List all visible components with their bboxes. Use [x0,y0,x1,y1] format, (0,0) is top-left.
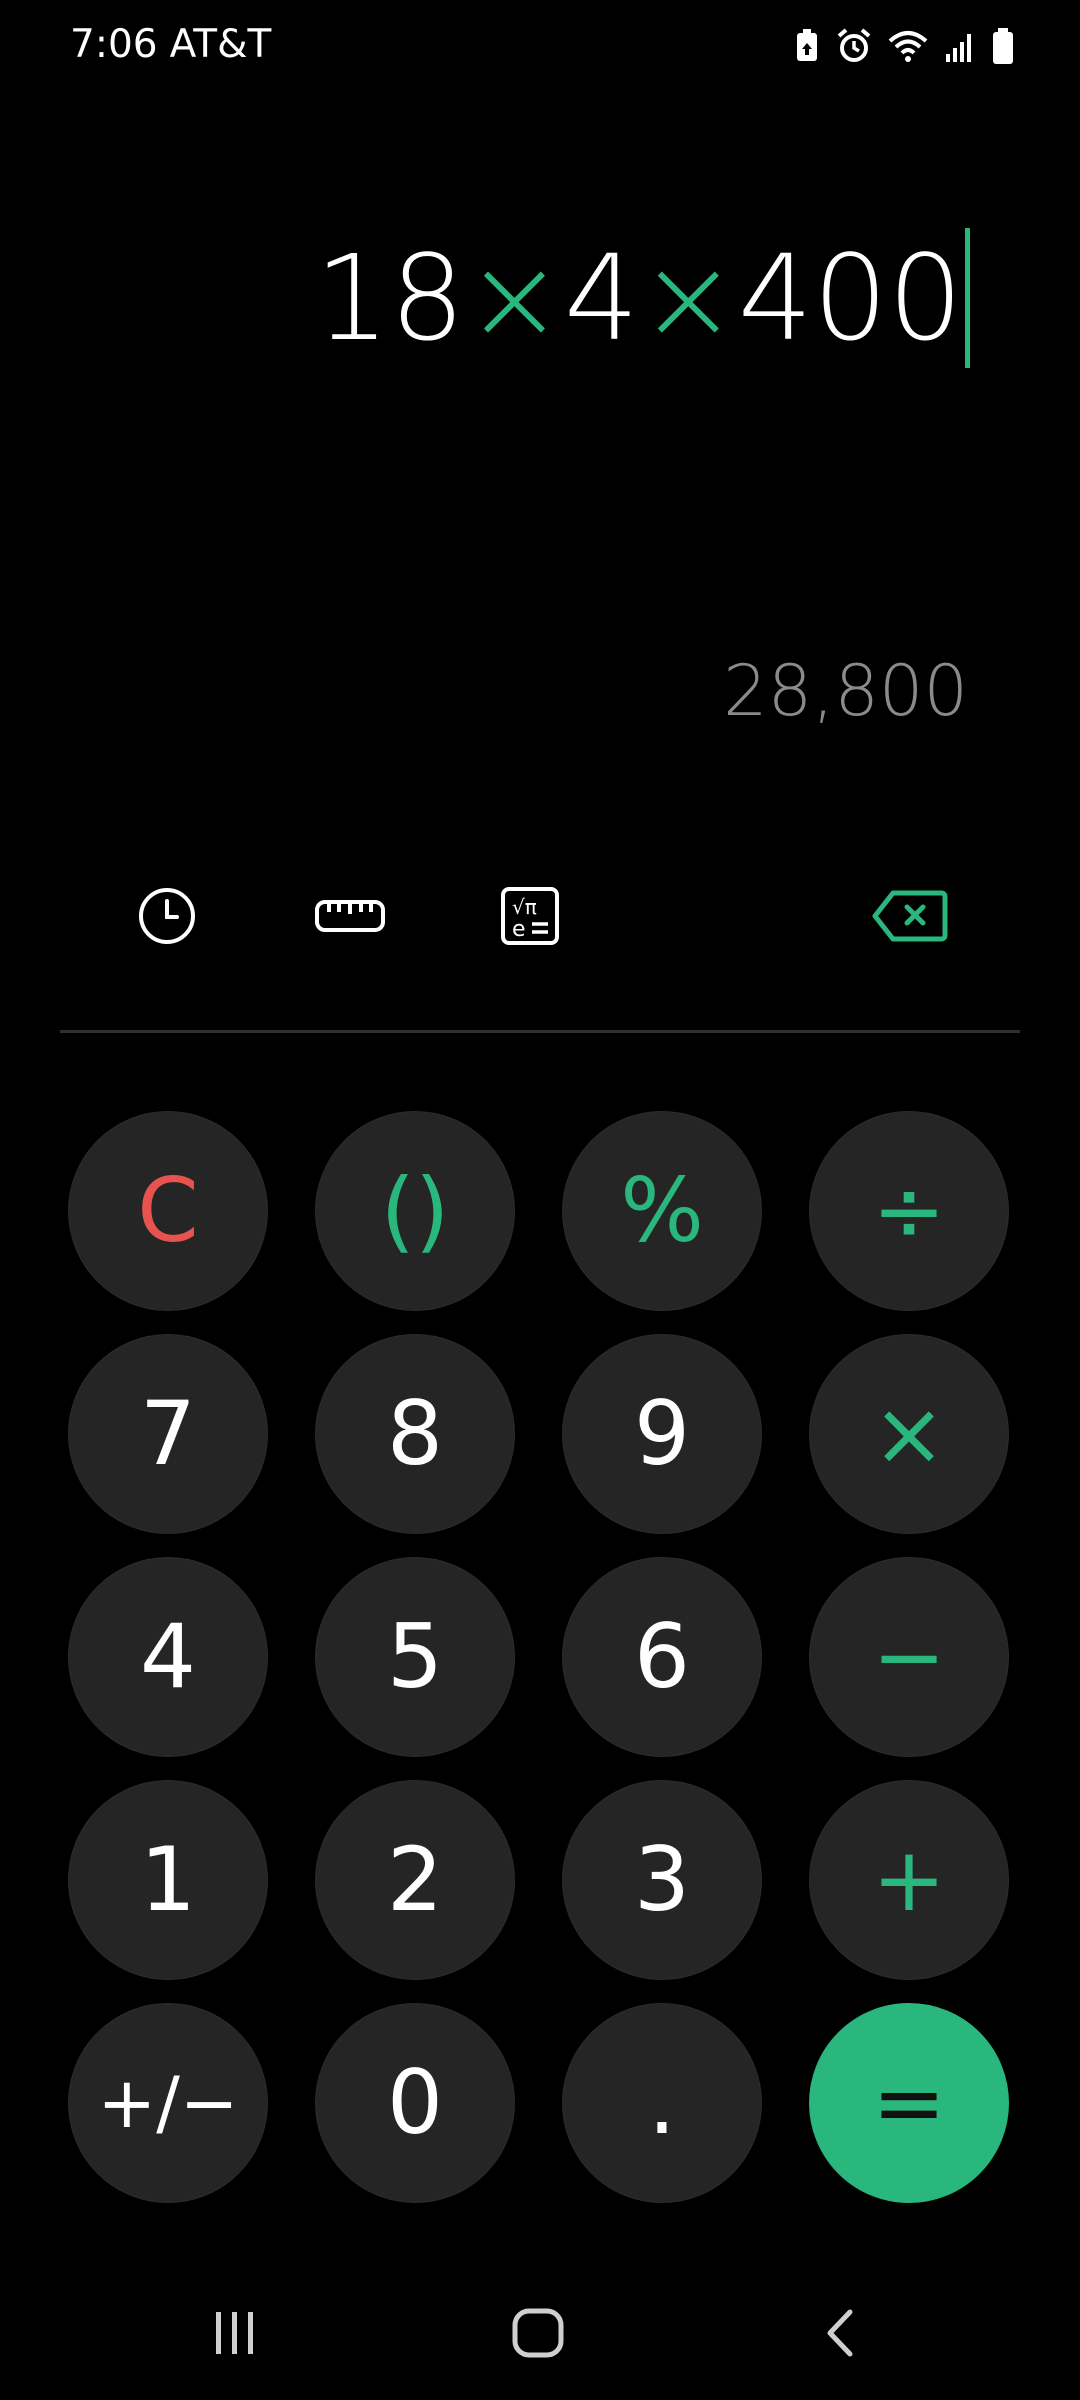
subtract-button[interactable]: − [809,1557,1009,1757]
decimal-button[interactable]: . [562,2003,762,2203]
digit-7-label: 7 [140,1382,196,1485]
digit-5-label: 5 [387,1605,443,1708]
result-preview: 28,800 [723,650,968,732]
status-icons [794,28,1014,64]
digit-8-label: 8 [387,1382,443,1485]
digit-0-label: 0 [387,2051,443,2154]
svg-text:√π: √π [512,895,537,919]
recents-icon [210,2310,260,2360]
battery-icon [992,28,1014,64]
divider [60,1030,1020,1033]
percent-button[interactable]: % [562,1111,762,1311]
recents-button[interactable] [190,2300,280,2370]
digit-5-button[interactable]: 5 [315,1557,515,1757]
status-time: 7:06 [70,22,158,67]
digit-1-button[interactable]: 1 [68,1780,268,1980]
digit-1-label: 1 [140,1828,196,1931]
parentheses-button[interactable]: () [315,1111,515,1311]
back-button[interactable] [795,2300,885,2370]
ruler-icon [314,896,386,940]
wifi-icon [888,29,928,63]
expression-number: 400 [737,229,963,367]
history-icon [137,886,197,950]
status-bar: 7:06 AT&T [0,0,1080,100]
signal-icon [944,30,976,62]
expression-number: 18 [314,229,465,367]
digit-4-button[interactable]: 4 [68,1557,268,1757]
status-left: 7:06 AT&T [70,22,271,67]
svg-text:e: e [512,917,526,942]
back-icon [820,2308,860,2362]
alarm-icon [836,28,872,64]
subtract-label: − [872,1605,946,1708]
percent-label: % [620,1159,704,1262]
unit-converter-button[interactable] [305,873,395,963]
divide-label: ÷ [872,1159,946,1262]
expression-display[interactable]: 18 × 4 × 400 [315,228,970,368]
clear-label: C [137,1159,199,1262]
equals-label: = [872,2051,946,2154]
digit-6-label: 6 [634,1605,690,1708]
digit-7-button[interactable]: 7 [68,1334,268,1534]
digit-4-label: 4 [140,1605,196,1708]
clear-button[interactable]: C [68,1111,268,1311]
digit-8-button[interactable]: 8 [315,1334,515,1534]
expression-operator: × [638,229,738,367]
add-button[interactable]: + [809,1780,1009,1980]
scientific-icon: √π e [500,886,560,950]
digit-3-button[interactable]: 3 [562,1780,762,1980]
home-icon [511,2307,565,2363]
digit-0-button[interactable]: 0 [315,2003,515,2203]
expression-number: 4 [563,229,639,367]
text-cursor [965,228,970,368]
digit-2-button[interactable]: 2 [315,1780,515,1980]
backspace-icon [871,889,949,947]
equals-button[interactable]: = [809,2003,1009,2203]
backspace-button[interactable] [865,873,955,963]
history-button[interactable] [122,873,212,963]
negate-button[interactable]: +/− [68,2003,268,2203]
digit-3-label: 3 [634,1828,690,1931]
divide-button[interactable]: ÷ [809,1111,1009,1311]
expression-operator: × [464,229,564,367]
negate-label: +/− [97,2062,239,2144]
digit-9-label: 9 [634,1382,690,1485]
scientific-mode-button[interactable]: √π e [485,873,575,963]
battery-saver-icon [794,29,820,63]
digit-6-button[interactable]: 6 [562,1557,762,1757]
digit-2-label: 2 [387,1828,443,1931]
status-carrier: AT&T [169,22,272,67]
multiply-button[interactable]: × [809,1334,1009,1534]
home-button[interactable] [493,2300,583,2370]
add-label: + [872,1828,946,1931]
digit-9-button[interactable]: 9 [562,1334,762,1534]
decimal-label: . [648,2051,676,2154]
parentheses-label: () [380,1159,450,1262]
multiply-label: × [872,1382,946,1485]
